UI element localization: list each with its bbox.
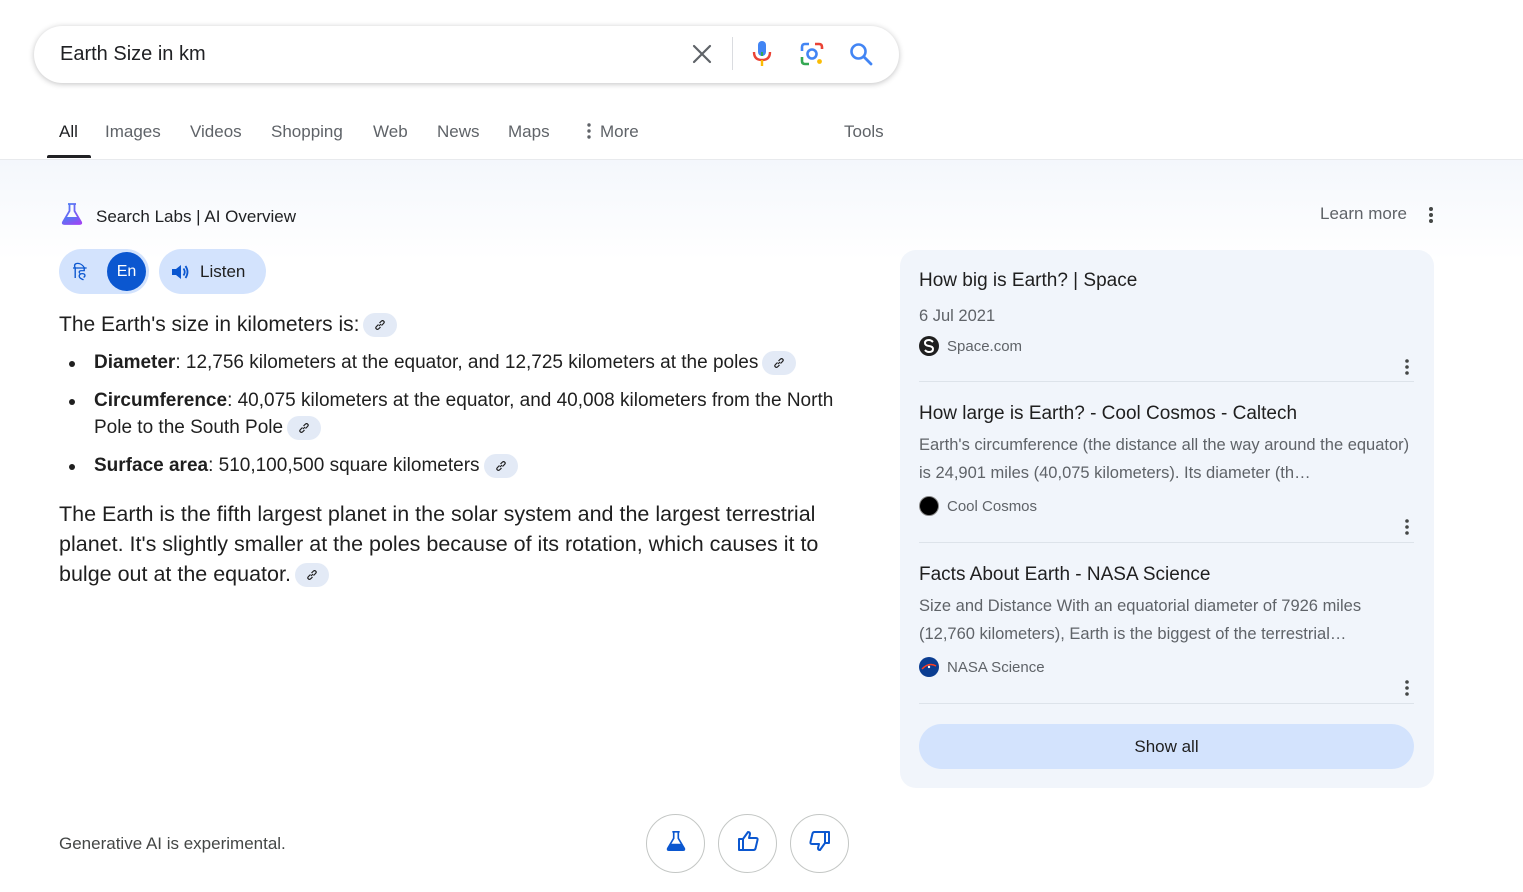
link-icon[interactable] — [287, 415, 322, 440]
answer-intro: The Earth's size in kilometers is: — [59, 311, 859, 339]
source-title[interactable]: Facts About Earth - NASA Science — [919, 564, 1414, 586]
search-bar[interactable]: Earth Size in km — [34, 26, 899, 83]
source-site: NASA Science — [919, 657, 1414, 677]
speaker-icon — [170, 262, 190, 282]
labs-feedback-button[interactable] — [646, 814, 705, 873]
bullet-text: : 510,100,500 square kilometers — [208, 455, 480, 476]
list-item: Diameter: 12,756 kilometers at the equat… — [69, 349, 859, 376]
answer-paragraph: The Earth is the fifth largest planet in… — [59, 502, 819, 588]
flask-icon — [60, 202, 84, 231]
learn-more-link[interactable]: Learn more — [1320, 204, 1407, 224]
tab-videos[interactable]: Videos — [190, 122, 242, 142]
source-divider — [919, 542, 1414, 543]
tab-images[interactable]: Images — [105, 122, 161, 142]
source-title[interactable]: How large is Earth? - Cool Cosmos - Calt… — [919, 403, 1414, 425]
tab-tools[interactable]: Tools — [844, 122, 884, 142]
link-icon[interactable] — [762, 350, 797, 375]
show-all-button[interactable]: Show all — [919, 724, 1414, 769]
answer-list: Diameter: 12,756 kilometers at the equat… — [69, 349, 859, 479]
disclaimer-text: Generative AI is experimental. — [59, 834, 286, 853]
source-site: Space.com — [919, 336, 1414, 356]
language-english[interactable]: En — [107, 252, 146, 291]
link-icon[interactable] — [363, 313, 398, 338]
listen-button[interactable]: Listen — [159, 249, 266, 294]
source-divider — [919, 703, 1414, 704]
list-item: Surface area: 510,100,500 square kilomet… — [69, 452, 859, 479]
bullet-term: Surface area — [94, 455, 209, 476]
source-site-name: Space.com — [947, 337, 1023, 355]
source-date: 6 Jul 2021 — [919, 307, 996, 325]
ai-overview-answer: The Earth's size in kilometers is: Diame… — [59, 311, 859, 589]
kebab-icon[interactable] — [1400, 357, 1414, 377]
source-card[interactable]: How large is Earth? - Cool Cosmos - Calt… — [919, 403, 1414, 535]
tab-more-label: More — [600, 122, 639, 141]
tab-maps[interactable]: Maps — [508, 122, 550, 142]
list-item: Circumference: 40,075 kilometers at the … — [69, 387, 859, 441]
tab-news[interactable]: News — [437, 122, 480, 142]
source-snippet: Earth's circumference (the distance all … — [919, 436, 1410, 482]
link-icon[interactable] — [483, 453, 518, 478]
search-divider — [732, 37, 733, 70]
kebab-icon[interactable] — [1400, 517, 1414, 537]
source-divider — [919, 381, 1414, 382]
thumbs-up-icon — [736, 829, 760, 858]
link-icon[interactable] — [294, 563, 329, 588]
nasa-logo-icon — [919, 657, 939, 677]
search-icon[interactable] — [847, 40, 875, 68]
cool-cosmos-logo-icon — [919, 496, 939, 516]
close-icon[interactable] — [688, 40, 716, 68]
ai-overview-header: Search Labs | AI Overview — [60, 202, 296, 231]
kebab-icon[interactable] — [1424, 203, 1438, 227]
kebab-icon[interactable] — [1400, 678, 1414, 698]
listen-label: Listen — [200, 261, 246, 281]
source-site: Cool Cosmos — [919, 496, 1414, 516]
bullet-text: : 12,756 kilometers at the equator, and … — [175, 352, 759, 373]
sources-panel: How big is Earth? | Space 6 Jul 2021 Spa… — [900, 250, 1434, 788]
language-toggle[interactable]: हि En — [59, 249, 149, 294]
thumbs-up-button[interactable] — [718, 814, 777, 873]
kebab-icon — [587, 123, 591, 139]
source-title[interactable]: How big is Earth? | Space — [919, 270, 1414, 292]
tab-shopping[interactable]: Shopping — [271, 122, 343, 142]
source-site-name: Cool Cosmos — [947, 497, 1038, 515]
source-site-name: NASA Science — [947, 658, 1045, 676]
space-logo-icon — [919, 336, 939, 356]
thumbs-down-button[interactable] — [790, 814, 849, 873]
source-card[interactable]: Facts About Earth - NASA Science Size an… — [919, 564, 1414, 696]
thumbs-down-icon — [808, 829, 832, 858]
ai-overview-title: Search Labs | AI Overview — [96, 206, 297, 226]
tab-all[interactable]: All — [59, 122, 78, 142]
language-hindi[interactable]: हि — [73, 260, 86, 283]
tab-more[interactable]: More — [586, 122, 639, 142]
active-tab-indicator — [47, 155, 91, 158]
lens-icon[interactable] — [798, 40, 826, 68]
tab-web[interactable]: Web — [373, 122, 408, 142]
bullet-term: Circumference — [94, 390, 228, 411]
source-card[interactable]: How big is Earth? | Space 6 Jul 2021 Spa… — [919, 270, 1414, 375]
flask-icon — [665, 830, 687, 857]
search-tabs: All Images Videos Shopping Web News Maps… — [0, 108, 1523, 160]
bullet-term: Diameter — [94, 352, 176, 373]
source-snippet: Size and Distance With an equatorial dia… — [919, 597, 1362, 643]
search-input[interactable]: Earth Size in km — [60, 43, 206, 66]
microphone-icon[interactable] — [748, 40, 776, 68]
